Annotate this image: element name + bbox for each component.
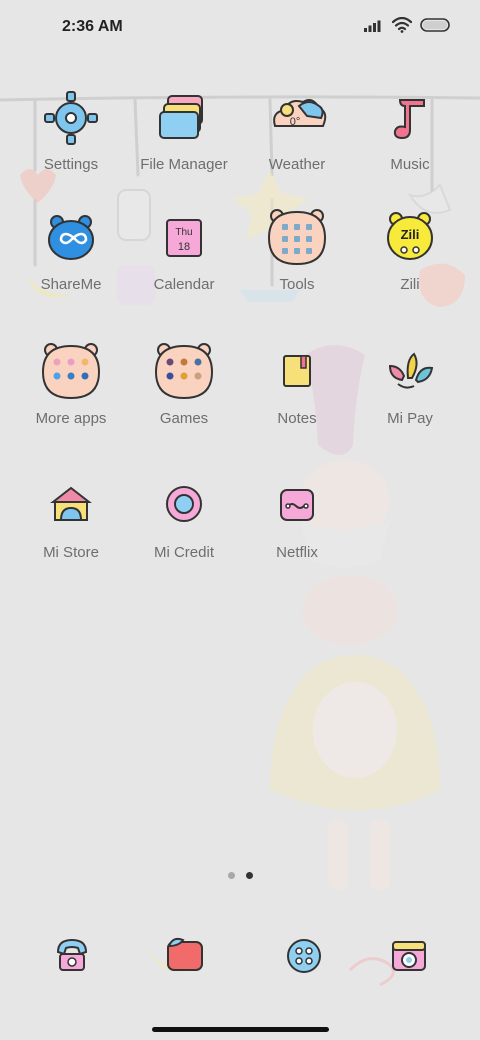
- app-label: Settings: [43, 156, 99, 173]
- page-dot-current[interactable]: [245, 872, 253, 879]
- calendar-date: 18: [178, 241, 190, 253]
- zili-logo-text: Zili: [401, 227, 420, 242]
- music-icon: [393, 99, 425, 140]
- app-label: Netflix: [276, 544, 318, 561]
- calendar-icon: Thu 18: [166, 219, 202, 257]
- app-label: Mi Store: [43, 544, 99, 561]
- app-settings[interactable]: Settings: [14, 86, 128, 206]
- notes-icon: [283, 355, 311, 387]
- dock-phone[interactable]: [40, 924, 104, 988]
- app-label: Notes: [277, 410, 317, 427]
- dock-browser[interactable]: [272, 924, 336, 988]
- app-shareme[interactable]: ShareMe: [14, 206, 128, 326]
- app-notes[interactable]: Notes: [240, 340, 354, 460]
- camera-icon: [392, 941, 426, 971]
- app-tools[interactable]: Tools: [240, 206, 354, 326]
- calendar-day: Thu: [175, 227, 192, 238]
- zili-icon: Zili: [387, 212, 433, 260]
- weather-temp: 0°: [290, 116, 301, 128]
- app-label: ShareMe: [40, 276, 102, 293]
- app-label: Mi Pay: [387, 410, 433, 427]
- app-label: Zili: [400, 276, 420, 293]
- battery-icon: [420, 18, 450, 32]
- app-music[interactable]: Music: [353, 86, 467, 206]
- folder-icon: [267, 209, 327, 266]
- browser-icon: [287, 939, 321, 973]
- wifi-icon: [392, 17, 412, 33]
- app-mi-store[interactable]: Mi Store: [14, 474, 128, 594]
- signal-icon: [364, 20, 381, 32]
- settings-icon: [44, 91, 98, 145]
- app-label: Games: [159, 410, 209, 427]
- app-label: Mi Credit: [153, 544, 214, 561]
- messages-icon: [167, 937, 203, 971]
- shareme-icon: [48, 215, 94, 260]
- folder-icon: [41, 343, 101, 400]
- weather-icon: 0°: [273, 99, 327, 128]
- status-bar: 2:36 AM: [0, 0, 480, 56]
- app-calendar[interactable]: Thu 18 Calendar: [127, 206, 241, 326]
- mi-store-icon: [50, 486, 92, 521]
- app-netflix[interactable]: Netflix: [240, 474, 354, 594]
- app-label: File Manager: [140, 156, 228, 173]
- app-weather[interactable]: 0° Weather: [240, 86, 354, 206]
- dock-camera[interactable]: [376, 924, 440, 988]
- clock: 2:36 AM: [62, 18, 123, 35]
- app-label: Weather: [268, 156, 326, 173]
- app-file-manager[interactable]: File Manager: [127, 86, 241, 206]
- app-mi-pay[interactable]: Mi Pay: [353, 340, 467, 460]
- folder-icon: [154, 343, 214, 400]
- app-mi-credit[interactable]: Mi Credit: [127, 474, 241, 594]
- app-label: More apps: [35, 410, 107, 427]
- mi-pay-icon: [388, 352, 434, 389]
- mi-credit-icon: [166, 486, 202, 522]
- app-zili[interactable]: Zili Zili: [353, 206, 467, 326]
- app-label: Music: [390, 156, 430, 173]
- app-games[interactable]: Games: [127, 340, 241, 460]
- file-manager-icon: [159, 95, 203, 139]
- page-dot[interactable]: [227, 872, 235, 879]
- dock-messages[interactable]: [153, 924, 217, 988]
- app-more-apps[interactable]: More apps: [14, 340, 128, 460]
- page-indicator: [0, 872, 480, 882]
- phone-icon: [56, 938, 88, 971]
- app-label: Tools: [279, 276, 315, 293]
- netflix-icon: [280, 489, 314, 521]
- home-indicator-bar[interactable]: [152, 1027, 329, 1032]
- app-label: Calendar: [153, 276, 215, 293]
